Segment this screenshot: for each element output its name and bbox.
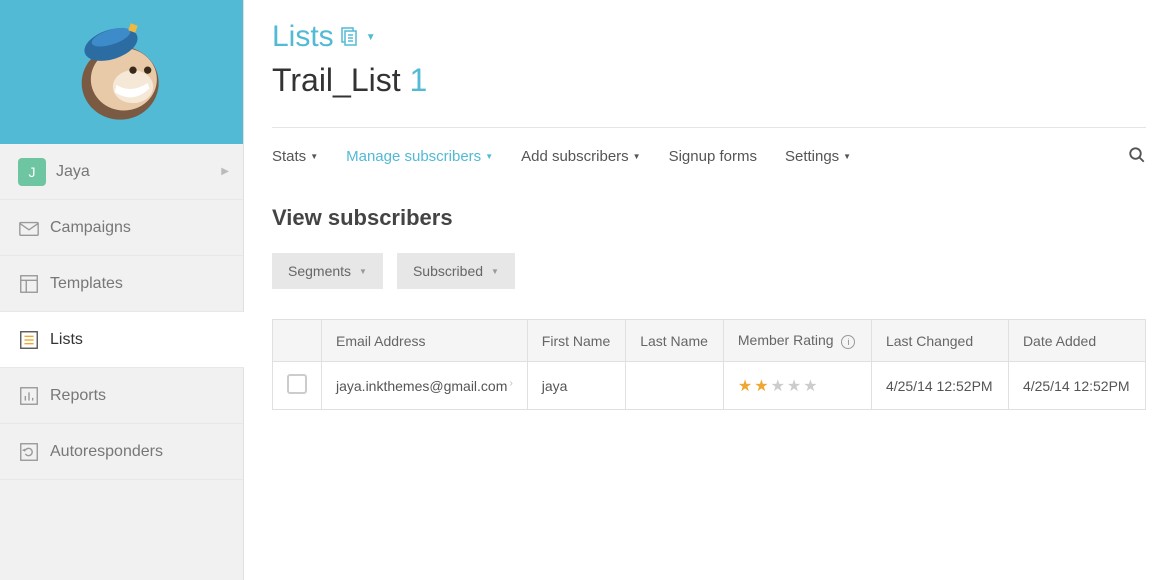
sidebar: J Jaya ▶ Campaigns Templates Lists — [0, 0, 244, 580]
segments-dropdown[interactable]: Segments ▼ — [272, 253, 383, 289]
tab-add-subscribers[interactable]: Add subscribers ▼ — [521, 148, 640, 165]
breadcrumb[interactable]: Lists ▼ — [272, 20, 1146, 54]
template-icon — [18, 273, 50, 295]
col-first[interactable]: First Name — [527, 320, 625, 362]
col-email[interactable]: Email Address — [322, 320, 528, 362]
logo-area — [0, 0, 243, 144]
list-tabs: Stats ▼ Manage subscribers ▼ Add subscri… — [272, 128, 1146, 185]
chevron-down-icon: ▼ — [843, 152, 851, 161]
copy-icon — [340, 26, 358, 49]
tab-settings[interactable]: Settings ▼ — [785, 148, 851, 165]
filter-label: Segments — [288, 263, 351, 279]
subscribers-table: Email Address First Name Last Name Membe… — [272, 319, 1146, 410]
tab-label: Stats — [272, 148, 306, 165]
sidebar-item-autoresponders[interactable]: Autoresponders — [0, 424, 243, 480]
sidebar-item-label: Reports — [50, 387, 225, 405]
star-icon: ★ — [771, 376, 785, 396]
tab-signup-forms[interactable]: Signup forms — [669, 148, 757, 165]
title-number: 1 — [410, 62, 428, 98]
star-icon: ★ — [803, 376, 817, 396]
sidebar-item-label: Lists — [50, 331, 226, 349]
sidebar-item-lists[interactable]: Lists — [0, 312, 244, 368]
page-header: Lists ▼ Trail_List 1 — [272, 0, 1146, 99]
star-icon: ★ — [754, 376, 768, 396]
tab-stats[interactable]: Stats ▼ — [272, 148, 318, 165]
row-checkbox[interactable] — [287, 374, 307, 394]
sidebar-item-templates[interactable]: Templates — [0, 256, 243, 312]
info-icon[interactable]: i — [841, 335, 855, 349]
col-checkbox — [273, 320, 322, 362]
sidebar-item-label: Templates — [50, 275, 225, 293]
tab-label: Settings — [785, 148, 839, 165]
chevron-down-icon: ▼ — [310, 152, 318, 161]
sidebar-item-label: Campaigns — [50, 219, 225, 237]
col-rating[interactable]: Member Rating i — [723, 320, 871, 362]
filter-bar: Segments ▼ Subscribed ▼ — [272, 253, 1146, 289]
page-title: Trail_List 1 — [272, 62, 1146, 99]
mailchimp-logo-icon — [67, 17, 177, 127]
tab-label: Add subscribers — [521, 148, 629, 165]
list-icon — [18, 329, 50, 351]
col-last[interactable]: Last Name — [626, 320, 724, 362]
tab-label: Manage subscribers — [346, 148, 481, 165]
chevron-down-icon: ▼ — [491, 267, 499, 276]
refresh-icon — [18, 441, 50, 463]
breadcrumb-link[interactable]: Lists — [272, 20, 334, 54]
section-title: View subscribers — [272, 205, 1146, 231]
cell-rating: ★ ★ ★ ★ ★ — [723, 362, 871, 410]
chart-icon — [18, 385, 50, 407]
main-content: Lists ▼ Trail_List 1 Stats ▼ Manage subs… — [244, 0, 1174, 580]
subscribed-dropdown[interactable]: Subscribed ▼ — [397, 253, 515, 289]
filter-label: Subscribed — [413, 263, 483, 279]
cell-last — [626, 362, 724, 410]
cell-first: jaya — [527, 362, 625, 410]
row-checkbox-cell — [273, 362, 322, 410]
chevron-right-icon: ▶ — [221, 166, 229, 177]
title-text: Trail_List — [272, 62, 401, 98]
cell-changed: 4/25/14 12:52PM — [871, 362, 1008, 410]
chevron-down-icon: ▼ — [485, 152, 493, 161]
star-icon: ★ — [787, 376, 801, 396]
rating-stars: ★ ★ ★ ★ ★ — [738, 376, 857, 396]
chevron-down-icon: ▼ — [633, 152, 641, 161]
tab-label: Signup forms — [669, 148, 757, 165]
cell-email[interactable]: jaya.inkthemes@gmail.com › — [322, 362, 528, 410]
star-icon: ★ — [738, 376, 752, 396]
email-value: jaya.inkthemes@gmail.com — [336, 378, 507, 394]
cell-added: 4/25/14 12:52PM — [1008, 362, 1145, 410]
table-row[interactable]: jaya.inkthemes@gmail.com › jaya ★ ★ ★ ★ … — [273, 362, 1146, 410]
sidebar-item-reports[interactable]: Reports — [0, 368, 243, 424]
col-added[interactable]: Date Added — [1008, 320, 1145, 362]
sidebar-user[interactable]: J Jaya ▶ — [0, 144, 243, 200]
sidebar-item-label: Autoresponders — [50, 443, 225, 461]
chevron-down-icon: ▼ — [366, 32, 376, 43]
avatar: J — [18, 158, 46, 186]
tab-manage-subscribers[interactable]: Manage subscribers ▼ — [346, 148, 493, 165]
search-icon[interactable] — [1128, 146, 1146, 167]
chevron-down-icon: ▼ — [359, 267, 367, 276]
user-name: Jaya — [56, 163, 221, 181]
col-rating-label: Member Rating — [738, 332, 834, 348]
envelope-icon — [18, 217, 50, 239]
chevron-right-icon: › — [509, 378, 512, 389]
col-changed[interactable]: Last Changed — [871, 320, 1008, 362]
sidebar-item-campaigns[interactable]: Campaigns — [0, 200, 243, 256]
